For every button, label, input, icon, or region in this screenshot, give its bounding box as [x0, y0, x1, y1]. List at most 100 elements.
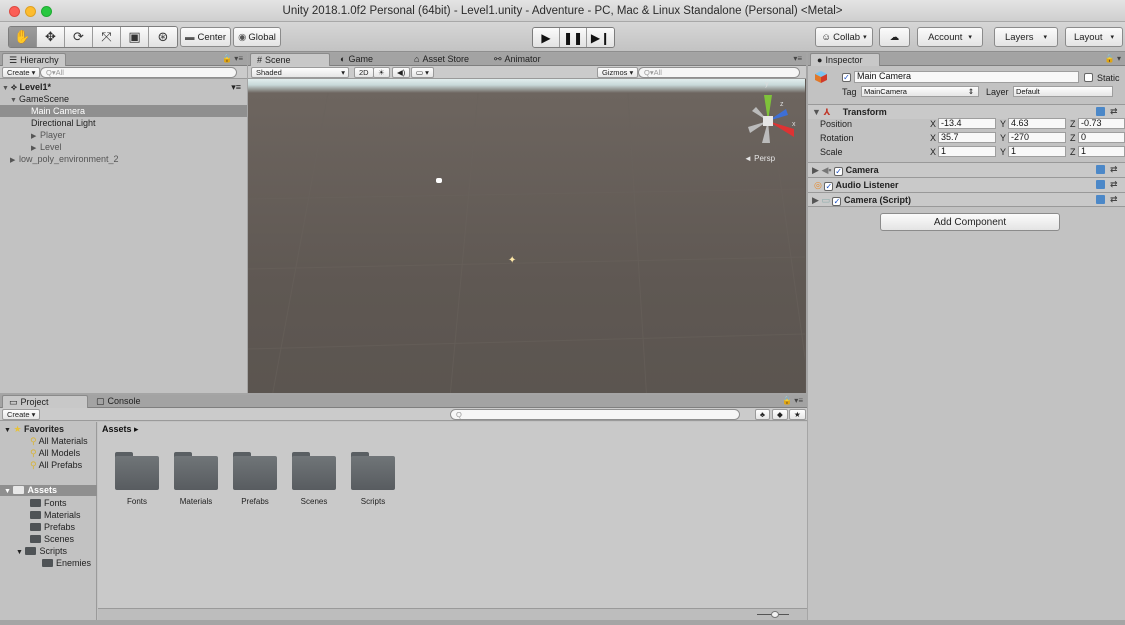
filter-label-icon[interactable]: ◆	[772, 409, 788, 420]
asset-folder[interactable]: ▼ Scripts	[16, 546, 67, 557]
scale-tool-icon[interactable]: ⤧	[93, 27, 121, 47]
light-gizmo-icon[interactable]: ✦	[508, 255, 516, 266]
audio-icon[interactable]: ◀)	[392, 67, 411, 78]
favorite-item[interactable]: ⚲ All Materials	[30, 436, 88, 447]
tag-dropdown[interactable]: MainCamera ⇕	[861, 86, 979, 97]
tab-hierarchy[interactable]: ☰ Hierarchy	[2, 53, 66, 66]
hierarchy-item[interactable]: ▼ GameScene	[0, 93, 247, 105]
move-tool-icon[interactable]: ✥	[37, 27, 65, 47]
camera-enabled-checkbox[interactable]: ✓	[834, 167, 844, 176]
help-book-icon[interactable]	[1096, 195, 1105, 204]
space-toggle-button[interactable]: ◉ Global	[233, 27, 281, 47]
folder-scripts-icon[interactable]	[351, 452, 395, 490]
folder-fonts-icon[interactable]	[115, 452, 159, 490]
chevron-down-icon[interactable]: ▼	[4, 427, 11, 434]
hierarchy-item[interactable]: ▶ Level	[0, 141, 247, 153]
add-component-button[interactable]: Add Component	[880, 213, 1060, 231]
tab-animator[interactable]: ⚯ Animator	[488, 53, 547, 66]
asset-folder[interactable]: Enemies	[42, 558, 91, 569]
object-name-input[interactable]: Main Camera	[854, 71, 1079, 83]
settings-gear-icon[interactable]: ⇄	[1110, 107, 1119, 116]
help-book-icon[interactable]	[1096, 165, 1105, 174]
camera-script-enabled-checkbox[interactable]: ✓	[832, 197, 842, 206]
rotation-z-input[interactable]: 0	[1078, 132, 1125, 143]
favorite-item[interactable]: ⚲ All Models	[30, 448, 80, 459]
asset-folder[interactable]: Prefabs	[30, 522, 75, 533]
zoom-slider-handle[interactable]	[771, 611, 779, 618]
hierarchy-item-main-camera[interactable]: Main Camera	[0, 105, 247, 117]
asset-folder[interactable]: Materials	[30, 510, 81, 521]
chevron-down-icon[interactable]: ▼	[16, 549, 23, 556]
panel-menu-icon[interactable]: 🔒 ▾≡	[222, 54, 243, 63]
settings-gear-icon[interactable]: ⇄	[1110, 165, 1119, 174]
favorite-star-icon[interactable]: ★	[789, 409, 806, 420]
tab-inspector[interactable]: ● Inspector	[810, 53, 880, 66]
rotation-y-input[interactable]: -270	[1008, 132, 1066, 143]
play-icon[interactable]: ▶	[533, 28, 560, 47]
assets-root[interactable]: ▼ Assets	[0, 485, 97, 496]
folder-materials-icon[interactable]	[174, 452, 218, 490]
hierarchy-item[interactable]: Directional Light	[0, 117, 247, 129]
layer-dropdown[interactable]: Default	[1013, 86, 1113, 97]
panel-menu-icon[interactable]: ▾≡	[793, 54, 802, 63]
scene-root[interactable]: ▼ ⟡ Level1* ▾≡	[0, 81, 247, 93]
scale-x-input[interactable]: 1	[938, 146, 996, 157]
rect-tool-icon[interactable]: ▣	[121, 27, 149, 47]
hierarchy-item[interactable]: ▶ low_poly_environment_2	[0, 153, 247, 165]
camera-component-header[interactable]: ▶ ◀▪ ✓ Camera ⇄	[808, 162, 1125, 177]
hand-tool-icon[interactable]: ✋	[9, 27, 37, 47]
scale-z-input[interactable]: 1	[1078, 146, 1125, 157]
expand-arrow-icon[interactable]: ▶	[10, 155, 19, 167]
chevron-down-icon[interactable]: ▼	[4, 488, 11, 495]
scene-search-input[interactable]: Q▾All	[638, 67, 800, 78]
cloud-button[interactable]: ☁	[879, 27, 910, 47]
help-book-icon[interactable]	[1096, 107, 1105, 116]
pause-icon[interactable]: ❚❚	[560, 28, 587, 47]
layout-dropdown[interactable]: Layout ▾	[1065, 27, 1123, 47]
position-z-input[interactable]: -0.73	[1078, 118, 1125, 129]
static-checkbox[interactable]	[1084, 73, 1093, 82]
account-dropdown[interactable]: Account ▾	[917, 27, 983, 47]
step-icon[interactable]: ▶❙	[587, 28, 614, 47]
pivot-toggle-button[interactable]: ▬ Center	[180, 27, 231, 47]
tab-console[interactable]: ▢ Console	[90, 395, 147, 408]
collab-button[interactable]: ☺ Collab ▾	[815, 27, 873, 47]
position-y-input[interactable]: 4.63	[1008, 118, 1066, 129]
rotation-x-input[interactable]: 35.7	[938, 132, 996, 143]
rotate-tool-icon[interactable]: ⟳	[65, 27, 93, 47]
asset-folder[interactable]: Scenes	[30, 534, 74, 545]
help-book-icon[interactable]	[1096, 180, 1105, 189]
create-dropdown[interactable]: Create ▾	[2, 409, 41, 420]
tab-asset-store[interactable]: ⌂ Asset Store	[408, 53, 475, 66]
camera-gizmo-icon[interactable]	[436, 178, 442, 183]
scale-y-input[interactable]: 1	[1008, 146, 1066, 157]
layers-dropdown[interactable]: Layers ▾	[994, 27, 1058, 47]
tab-project[interactable]: ▭ Project	[2, 395, 88, 408]
hierarchy-item[interactable]: ▶ Player	[0, 129, 247, 141]
chevron-down-icon[interactable]: ▼	[812, 107, 821, 117]
filter-type-icon[interactable]: ♣	[755, 409, 770, 420]
settings-gear-icon[interactable]: ⇄	[1110, 180, 1119, 189]
panel-menu-icon[interactable]: 🔒 ▾	[1105, 54, 1121, 63]
chevron-right-icon[interactable]: ▶	[812, 195, 819, 205]
create-dropdown[interactable]: Create ▾	[2, 67, 41, 78]
favorites-header[interactable]: ▼ ★ Favorites	[4, 424, 64, 435]
lighting-icon[interactable]: ☀	[373, 67, 390, 78]
asset-folder[interactable]: Fonts	[30, 498, 67, 509]
2d-toggle-button[interactable]: 2D	[354, 67, 374, 78]
transform-tool-icon[interactable]: ⊛	[149, 27, 177, 47]
panel-menu-icon[interactable]: 🔒 ▾≡	[782, 396, 803, 405]
tab-game[interactable]: ◐ Game	[334, 53, 379, 66]
breadcrumb[interactable]: Assets ▸	[102, 424, 139, 435]
orientation-gizmo-icon[interactable]	[738, 91, 798, 151]
active-checkbox[interactable]: ✓	[842, 73, 851, 82]
project-search-input[interactable]: Q	[450, 409, 740, 420]
position-x-input[interactable]: -13.4	[938, 118, 996, 129]
gizmos-dropdown[interactable]: Gizmos ▾	[597, 67, 639, 78]
audio-listener-enabled-checkbox[interactable]: ✓	[824, 182, 834, 191]
chevron-right-icon[interactable]: ▶	[812, 165, 819, 175]
settings-gear-icon[interactable]: ⇄	[1110, 195, 1119, 204]
folder-prefabs-icon[interactable]	[233, 452, 277, 490]
perspective-label[interactable]: ◄ Persp	[744, 154, 775, 163]
camera-script-component-header[interactable]: ▶ ▭ ✓ Camera (Script) ⇄	[808, 192, 1125, 207]
